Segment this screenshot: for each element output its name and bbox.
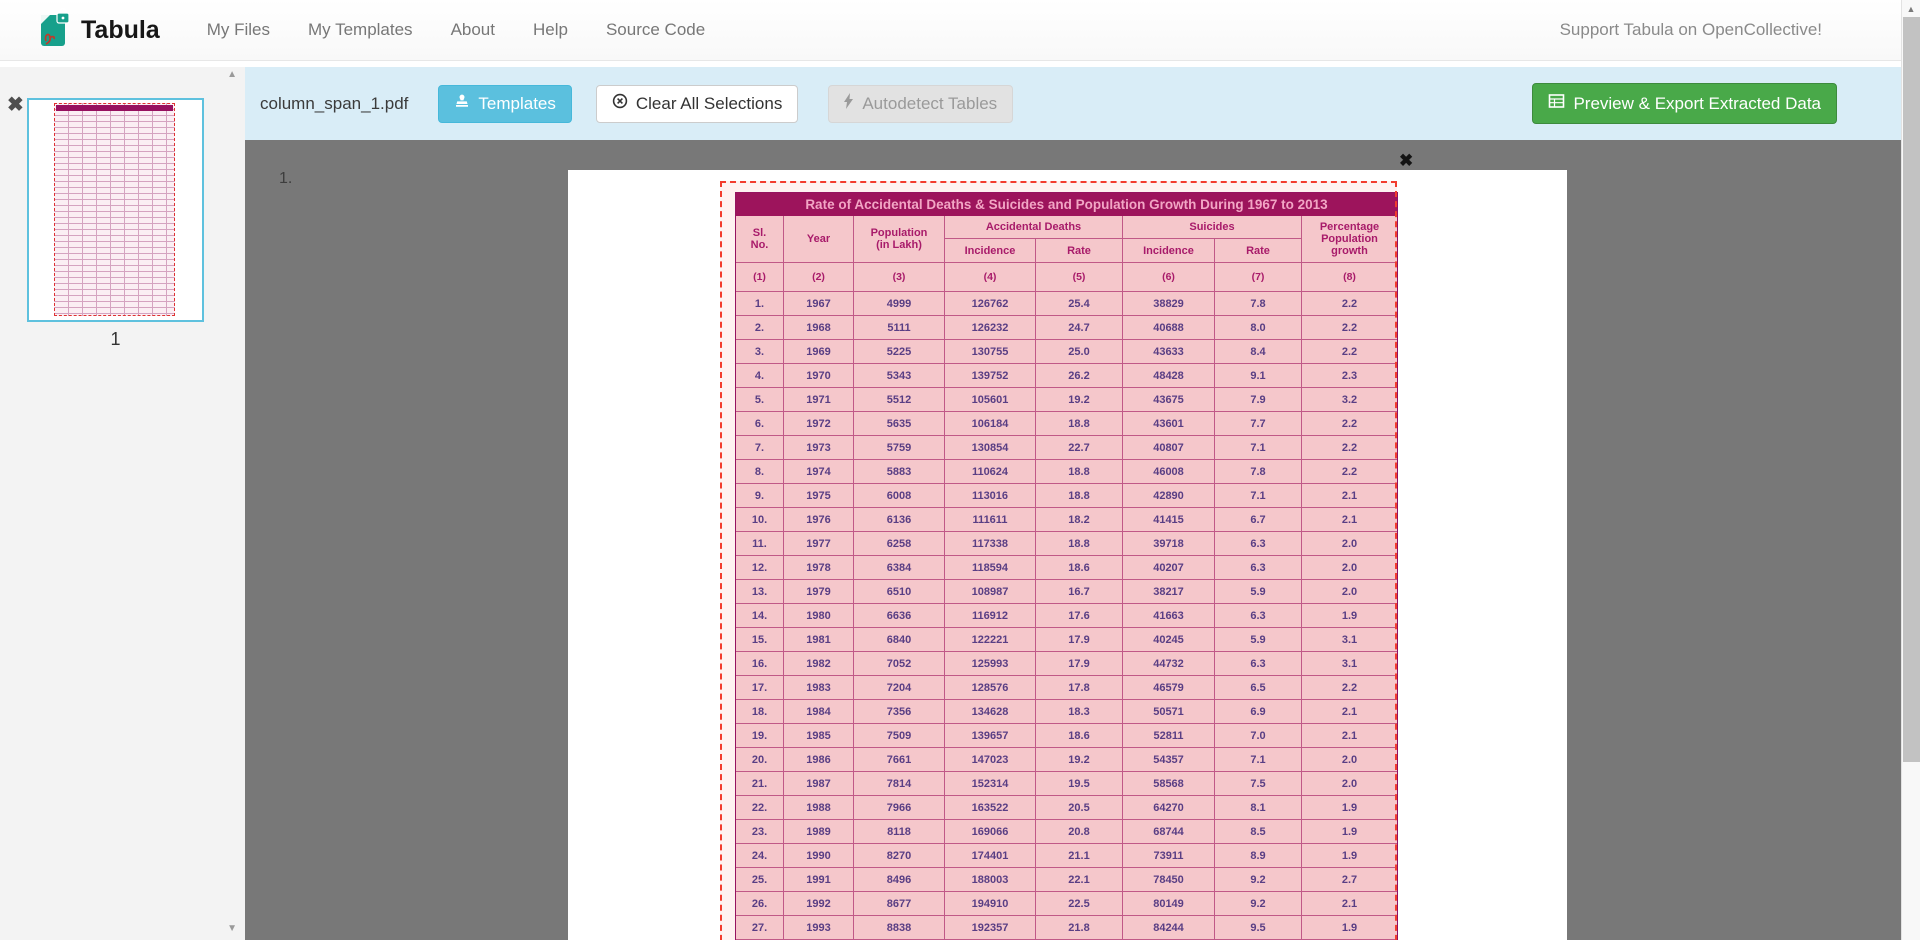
- page-marker: 1.: [279, 170, 292, 188]
- navbar-gap: [0, 61, 1920, 67]
- preview-export-button[interactable]: Preview & Export Extracted Data: [1532, 83, 1837, 124]
- support-link[interactable]: Support Tabula on OpenCollective!: [1560, 20, 1822, 40]
- clear-selections-label: Clear All Selections: [636, 94, 782, 114]
- selection-close-icon[interactable]: ✖: [1399, 152, 1413, 169]
- stamp-icon: [454, 93, 470, 114]
- main-nav: My Files My Templates About Help Source …: [188, 20, 724, 40]
- sidebar-scroll-up-icon[interactable]: ▲: [227, 69, 237, 80]
- window-scrollbar[interactable]: ▲: [1901, 0, 1920, 940]
- templates-button[interactable]: Templates: [438, 85, 571, 123]
- document-area: 1. Rate of Accidental Deaths & Suicides …: [245, 140, 1901, 940]
- toolbar: column_span_1.pdf Templates Clear All Se…: [245, 67, 1901, 140]
- table-grid-icon: [1548, 93, 1565, 114]
- selection-rectangle[interactable]: [720, 181, 1397, 940]
- nav-my-files[interactable]: My Files: [188, 20, 289, 40]
- tabula-app: Tabula My Files My Templates About Help …: [0, 0, 1920, 940]
- nav-source-code[interactable]: Source Code: [587, 20, 724, 40]
- thumbnail-page-number: 1: [27, 329, 204, 350]
- autodetect-tables-label: Autodetect Tables: [862, 94, 997, 114]
- scrollbar-up-icon[interactable]: ▲: [1902, 0, 1920, 17]
- templates-button-label: Templates: [478, 94, 555, 114]
- filename-label: column_span_1.pdf: [260, 94, 408, 114]
- page-thumbnail[interactable]: [27, 98, 204, 322]
- navbar: Tabula My Files My Templates About Help …: [0, 0, 1920, 61]
- lightning-icon: [844, 93, 854, 114]
- remove-page-icon[interactable]: ✖: [7, 95, 24, 115]
- thumbnail-selection: [54, 103, 175, 316]
- thumbnail-table-title-bar: [56, 105, 173, 111]
- circle-x-icon: [612, 93, 628, 114]
- brand-title: Tabula: [81, 16, 160, 45]
- nav-my-templates[interactable]: My Templates: [289, 20, 432, 40]
- brand[interactable]: Tabula: [0, 7, 160, 54]
- scrollbar-thumb[interactable]: [1903, 17, 1920, 762]
- pdf-lock-logo-icon: [38, 7, 72, 54]
- autodetect-tables-button[interactable]: Autodetect Tables: [828, 85, 1013, 123]
- nav-help[interactable]: Help: [514, 20, 587, 40]
- preview-export-label: Preview & Export Extracted Data: [1573, 94, 1821, 114]
- sidebar-scroll-down-icon[interactable]: ▼: [227, 923, 237, 934]
- page-sidebar: ▲ ✖ 1 ▼: [0, 67, 245, 940]
- nav-about[interactable]: About: [432, 20, 514, 40]
- clear-selections-button[interactable]: Clear All Selections: [596, 85, 798, 123]
